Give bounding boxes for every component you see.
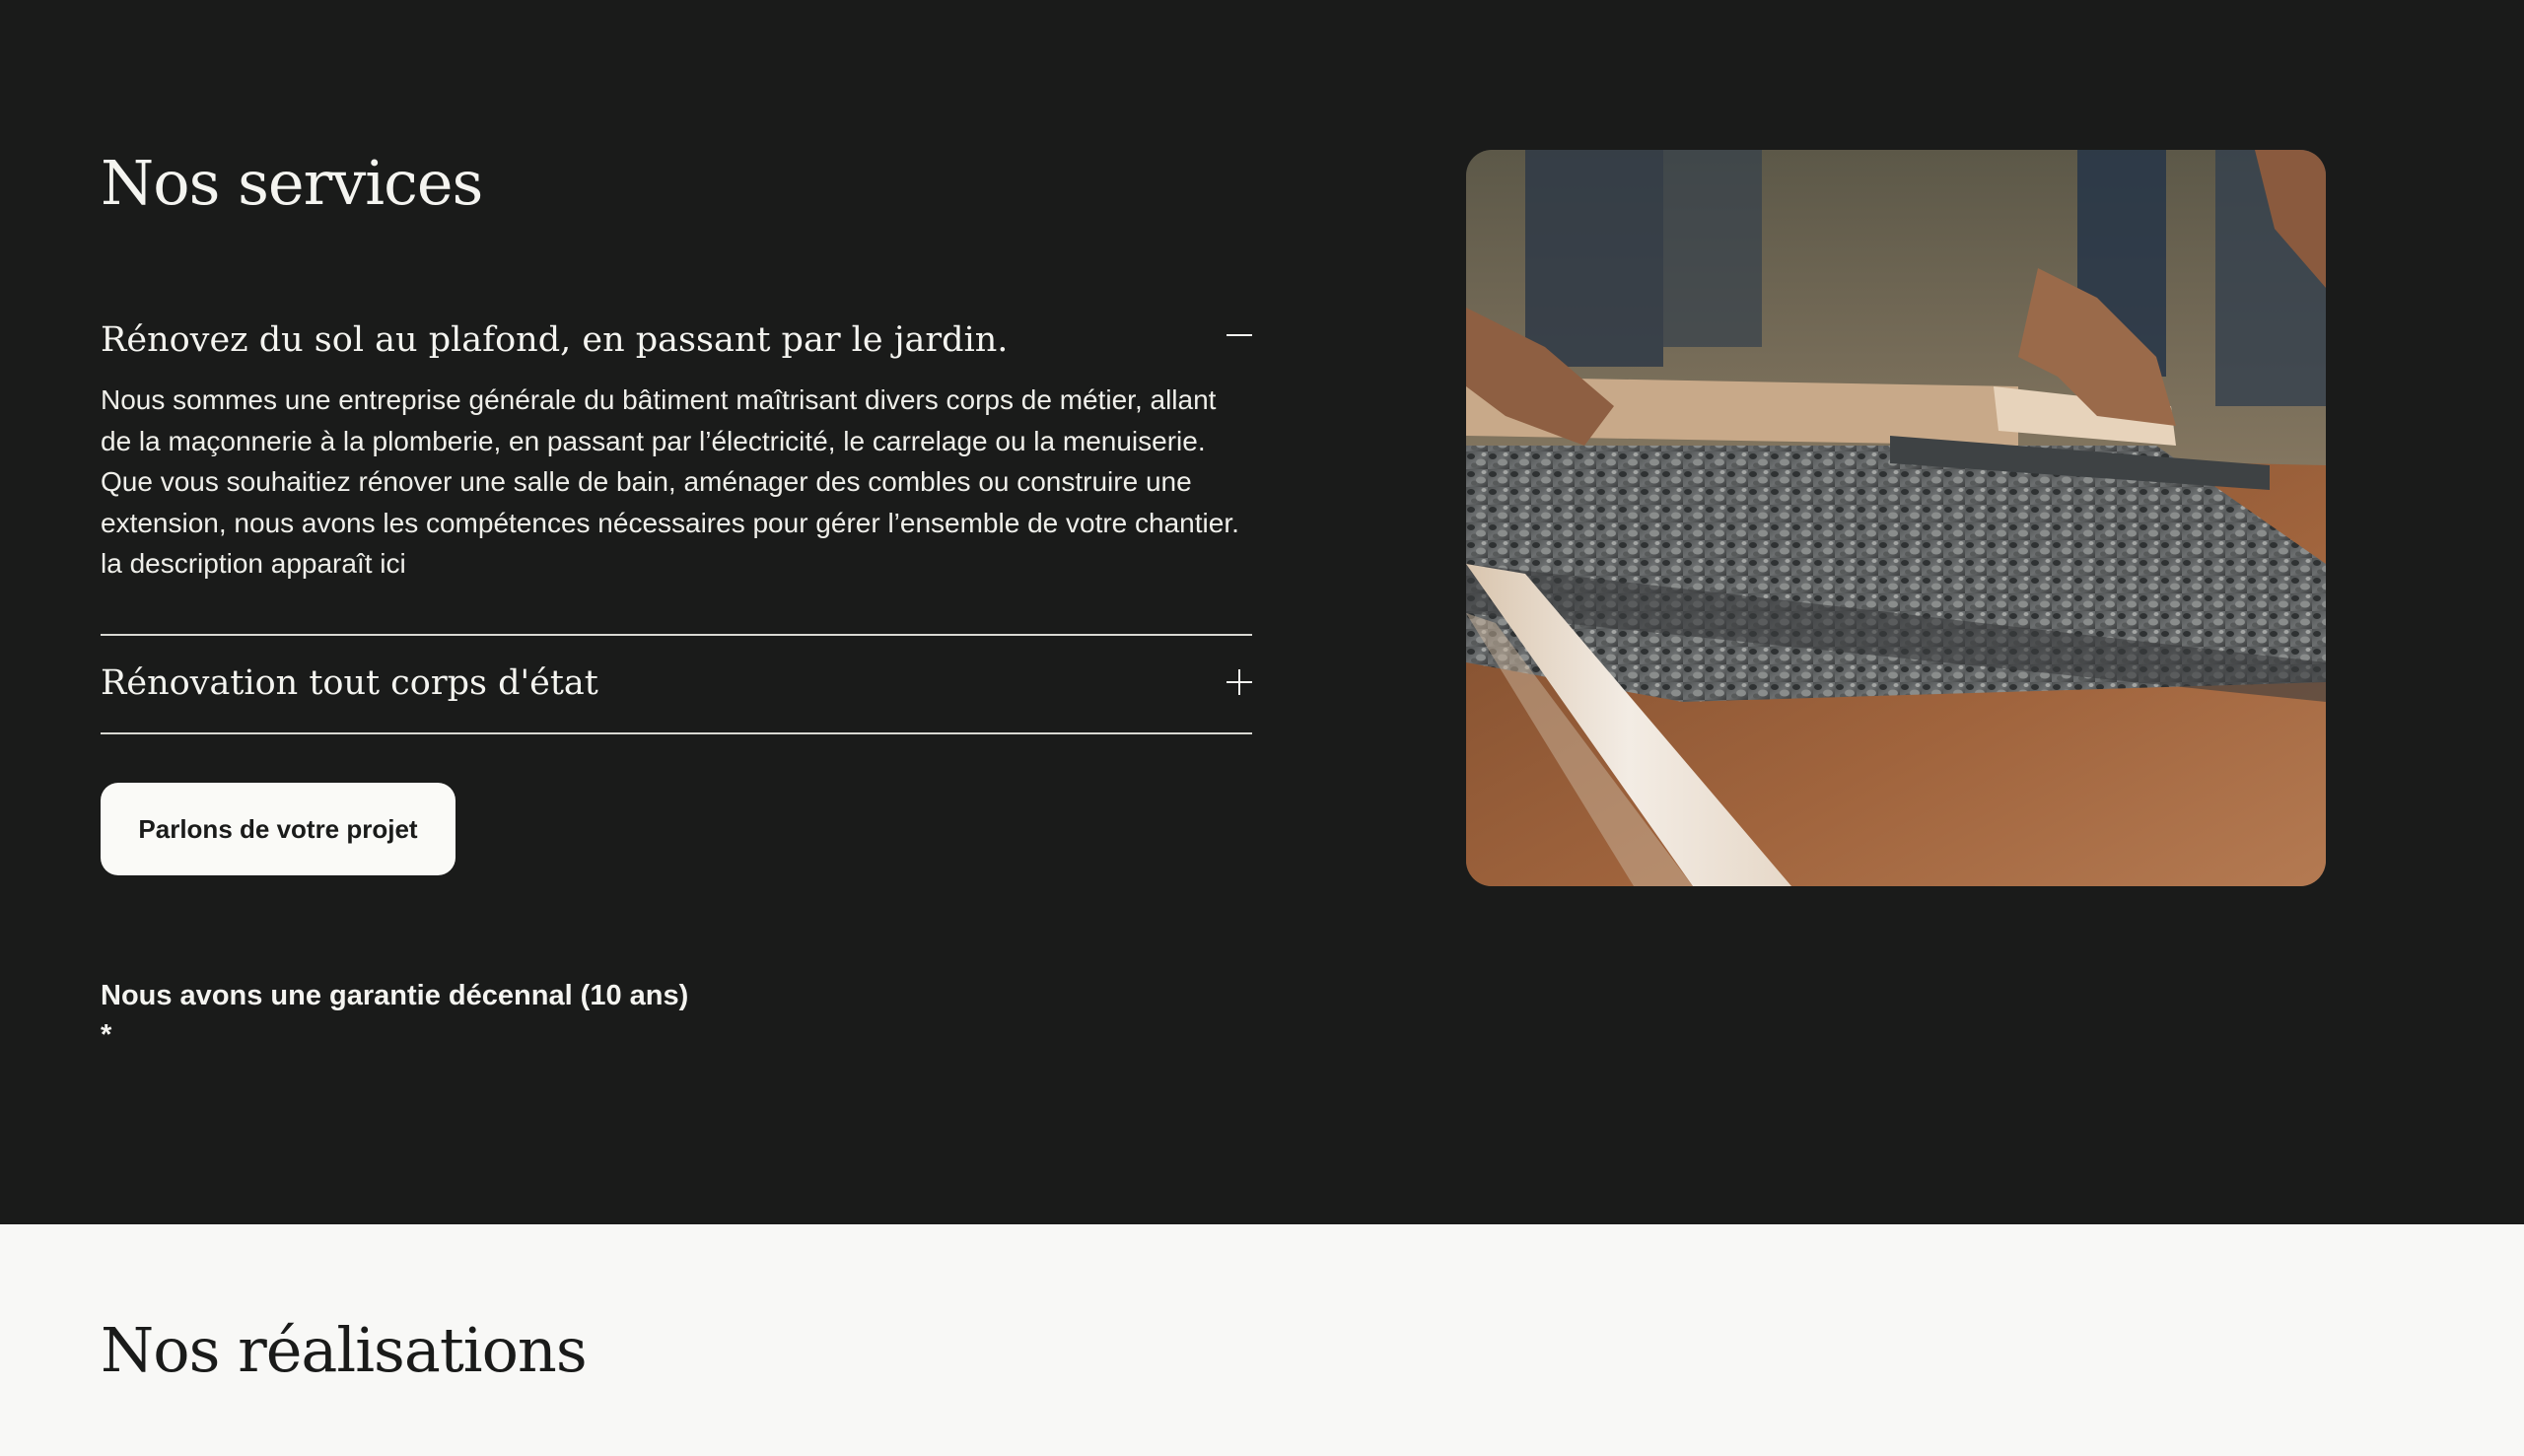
accordion-header-renovez[interactable]: Rénovez du sol au plafond, en passant pa… [101, 301, 1252, 380]
plus-icon[interactable] [1227, 668, 1252, 695]
contact-project-button[interactable]: Parlons de votre projet [101, 783, 456, 875]
accordion-item-renovation: Rénovation tout corps d'état [101, 636, 1252, 732]
guarantee-text: Nous avons une garantie décennal (10 ans… [101, 980, 689, 1011]
minus-icon-bar [1227, 334, 1252, 336]
guarantee-note: Nous avons une garantie décennal (10 ans… [101, 976, 688, 1055]
minus-icon[interactable] [1227, 322, 1252, 348]
plus-icon-bar-vertical [1238, 668, 1240, 695]
accordion-header-renovation[interactable]: Rénovation tout corps d'état [101, 636, 1252, 732]
accordion-title: Rénovez du sol au plafond, en passant pa… [101, 320, 1009, 360]
construction-photo [1466, 150, 2326, 886]
services-title: Nos services [101, 147, 483, 219]
services-accordion: Rénovez du sol au plafond, en passant pa… [101, 301, 1252, 734]
accordion-title: Rénovation tout corps d'état [101, 662, 598, 703]
accordion-item-renovez: Rénovez du sol au plafond, en passant pa… [101, 301, 1252, 634]
services-section: Nos services Rénovez du sol au plafond, … [0, 0, 2524, 1224]
accordion-body-text: Nous sommes une entreprise générale du b… [101, 384, 1239, 579]
realisations-title: Nos réalisations [101, 1314, 588, 1386]
accordion-divider [101, 731, 1252, 734]
guarantee-asterisk: * [101, 1019, 112, 1051]
